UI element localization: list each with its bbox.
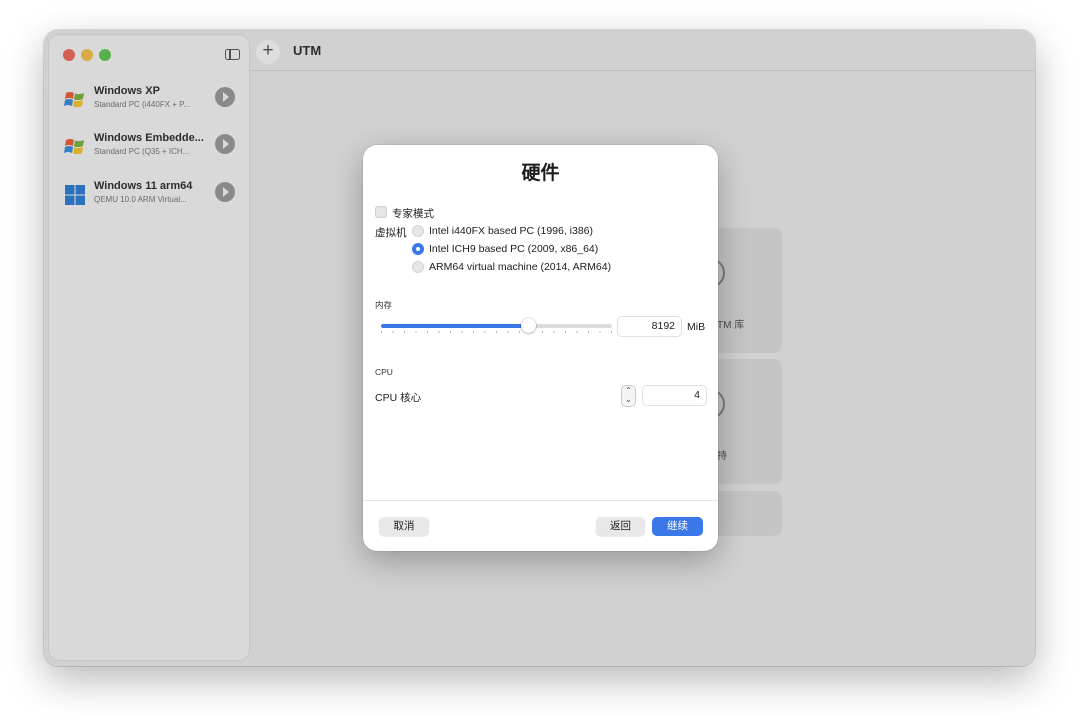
cancel-button[interactable]: 取消 (379, 517, 429, 536)
expert-mode-checkbox[interactable] (375, 206, 387, 218)
memory-input[interactable]: 8192 (618, 317, 681, 336)
cpu-section-label: CPU (375, 367, 393, 377)
memory-section-label: 内存 (375, 300, 393, 310)
chevron-down-icon[interactable]: ⌄ (625, 395, 632, 404)
radio-i440fx-label[interactable]: Intel i440FX based PC (1996, i386) (429, 225, 593, 237)
radio-ich9[interactable] (412, 243, 424, 255)
radio-ich9-label[interactable]: Intel ICH9 based PC (2009, x86_64) (429, 243, 598, 255)
cpu-cores-label: CPU 核心 (375, 392, 422, 404)
cpu-cores-input[interactable]: 4 (643, 386, 706, 405)
hardware-dialog: 硬件 专家模式 虚拟机 Intel i440FX based PC (1996,… (363, 145, 718, 551)
radio-arm64[interactable] (412, 261, 424, 273)
back-button[interactable]: 返回 (596, 517, 645, 536)
radio-i440fx[interactable] (412, 225, 424, 237)
vm-type-label: 虚拟机 (375, 227, 407, 239)
footer-divider (363, 500, 718, 501)
chevron-up-icon[interactable]: ⌃ (625, 386, 632, 395)
memory-unit-label: MiB (687, 321, 706, 333)
continue-button[interactable]: 继续 (652, 517, 703, 536)
memory-slider[interactable] (381, 324, 612, 328)
dialog-title: 硬件 (521, 163, 560, 184)
memory-slider-ticks (381, 331, 612, 333)
memory-slider-fill (381, 324, 529, 328)
expert-mode-label: 专家模式 (392, 208, 434, 220)
radio-arm64-label[interactable]: ARM64 virtual machine (2014, ARM64) (429, 261, 611, 273)
cpu-cores-stepper[interactable]: ⌃ ⌄ (622, 386, 635, 406)
